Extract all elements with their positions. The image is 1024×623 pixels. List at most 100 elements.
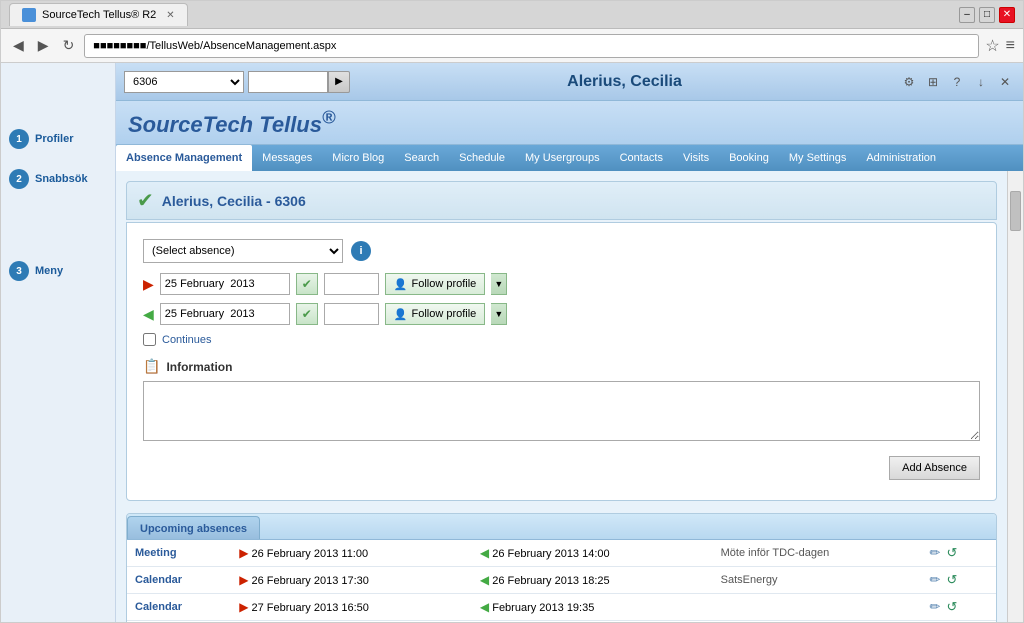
- main-content: 6306 ▶ Alerius, Cecilia ⚙ ⊞ ? ↓ ✕: [116, 63, 1023, 622]
- upcoming-table: Meeting ▶ 26 February 2013 11:00 ◀ 26 Fe…: [127, 540, 996, 622]
- end-follow-profile-dropdown-button[interactable]: ▼: [491, 303, 507, 325]
- header-search-button[interactable]: ▶: [328, 71, 350, 93]
- start-follow-profile-button[interactable]: 👤 Follow profile: [385, 273, 486, 295]
- end-icon: ◀: [480, 600, 489, 614]
- help-icon[interactable]: ?: [947, 72, 967, 92]
- refresh-button[interactable]: ↻: [59, 35, 79, 56]
- nav-item-visits[interactable]: Visits: [673, 145, 719, 171]
- start-icon: ▶: [239, 600, 248, 614]
- browser-tab[interactable]: SourceTech Tellus® R2 ✕: [9, 3, 188, 26]
- scrollbar-thumb[interactable]: [1010, 191, 1021, 231]
- delete-icon[interactable]: ↺: [946, 545, 957, 560]
- nav-item-booking[interactable]: Booking: [719, 145, 779, 171]
- snabbsok-label: Snabbsök: [35, 173, 88, 185]
- upcoming-tab-label: Upcoming absences: [140, 523, 247, 535]
- information-label-text: Information: [166, 360, 232, 374]
- start-follow-label: Follow profile: [411, 278, 476, 290]
- profile-select[interactable]: 6306: [124, 71, 244, 93]
- close-button[interactable]: ✕: [999, 7, 1015, 23]
- nav-item-contacts[interactable]: Contacts: [610, 145, 673, 171]
- end-date-calendar-button[interactable]: ✔: [296, 303, 318, 325]
- upcoming-absences-tab[interactable]: Upcoming absences: [127, 516, 260, 539]
- logo-sup: ®: [322, 107, 336, 128]
- nav-item-administration[interactable]: Administration: [856, 145, 946, 171]
- nav-item-search[interactable]: Search: [394, 145, 449, 171]
- start-datetime: 26 February 2013 11:00: [252, 548, 369, 560]
- edit-icon[interactable]: ✏: [930, 599, 941, 614]
- header-search-input[interactable]: [248, 71, 328, 93]
- information-header: 📋 Information: [143, 358, 980, 375]
- start-follow-profile-dropdown-button[interactable]: ▼: [491, 273, 507, 295]
- end-icon: ◀: [480, 546, 489, 560]
- end-follow-profile-button[interactable]: 👤 Follow profile: [385, 303, 486, 325]
- edit-icon[interactable]: ✏: [930, 545, 941, 560]
- start-date-row: ▶ ✔ 👤 Follow profile ▼: [143, 273, 980, 295]
- calendar-icon: ✔: [302, 277, 312, 291]
- sidebar-item-meny[interactable]: 3 Meny: [1, 255, 115, 287]
- end-time-input[interactable]: [324, 303, 379, 325]
- edit-icon[interactable]: ✏: [930, 572, 941, 587]
- close-header-icon[interactable]: ✕: [995, 72, 1015, 92]
- absence-type-link[interactable]: Meeting: [135, 547, 177, 559]
- end-follow-label: Follow profile: [411, 308, 476, 320]
- tab-close-icon[interactable]: ✕: [166, 10, 174, 21]
- delete-icon[interactable]: ↺: [946, 572, 957, 587]
- profile-dropdown[interactable]: 6306: [124, 71, 244, 93]
- app-header: 6306 ▶ Alerius, Cecilia ⚙ ⊞ ? ↓ ✕: [116, 63, 1023, 101]
- tab-title: SourceTech Tellus® R2: [42, 9, 156, 21]
- left-labels-panel: 1 Profiler 2 Snabbsök 3 Meny: [1, 63, 116, 622]
- nav-item-my-usergroups[interactable]: My Usergroups: [515, 145, 610, 171]
- start-icon: ▶: [239, 573, 248, 587]
- delete-icon[interactable]: ↺: [946, 599, 957, 614]
- start-icon: ▶: [239, 546, 248, 560]
- menu-icon[interactable]: ≡: [1006, 37, 1015, 55]
- profiler-label: Profiler: [35, 133, 74, 145]
- information-icon: 📋: [143, 358, 160, 375]
- calendar-icon-2: ✔: [302, 307, 312, 321]
- absence-form-panel: (Select absence) i ▶ ✔: [126, 222, 997, 501]
- nav-item-messages[interactable]: Messages: [252, 145, 322, 171]
- sidebar-item-profiler[interactable]: 1 Profiler: [1, 123, 115, 155]
- download-icon[interactable]: ↓: [971, 72, 991, 92]
- add-absence-button[interactable]: Add Absence: [889, 456, 980, 480]
- continues-checkbox[interactable]: [143, 333, 156, 346]
- nav-bar: Absence Management Messages Micro Blog S…: [116, 145, 1023, 171]
- follow-profile-icon: 👤: [394, 278, 408, 291]
- end-datetime: February 2013 19:35: [492, 602, 594, 614]
- nav-item-my-settings[interactable]: My Settings: [779, 145, 856, 171]
- end-date-green-arrow-icon: ◀: [143, 306, 154, 323]
- window-controls: – □ ✕: [959, 7, 1015, 23]
- table-row: Calendar ▶ 28 February 2013 18:15 ◀ 28 F…: [127, 621, 996, 622]
- sidebar-item-snabbsok[interactable]: 2 Snabbsök: [1, 163, 115, 195]
- start-date-calendar-button[interactable]: ✔: [296, 273, 318, 295]
- absence-type-link[interactable]: Calendar: [135, 601, 182, 613]
- start-time-input[interactable]: [324, 273, 379, 295]
- absence-type-link[interactable]: Calendar: [135, 574, 182, 586]
- end-date-input[interactable]: [160, 303, 290, 325]
- info-icon[interactable]: i: [351, 241, 371, 261]
- logo-bar: SourceTech Tellus®: [116, 101, 1023, 145]
- address-bar[interactable]: [84, 34, 979, 58]
- start-date-input[interactable]: [160, 273, 290, 295]
- content-area: ✔ Alerius, Cecilia - 6306 (Select absenc…: [116, 171, 1007, 622]
- nav-item-schedule[interactable]: Schedule: [449, 145, 515, 171]
- grid-icon[interactable]: ⊞: [923, 72, 943, 92]
- continues-row: Continues: [143, 333, 980, 346]
- title-check-icon: ✔: [137, 188, 154, 213]
- browser-titlebar: SourceTech Tellus® R2 ✕ – □ ✕: [1, 1, 1023, 29]
- follow-profile-icon-2: 👤: [394, 308, 408, 321]
- scrollbar[interactable]: [1007, 171, 1023, 622]
- settings-icon[interactable]: ⚙: [899, 72, 919, 92]
- bookmark-icon[interactable]: ☆: [985, 36, 999, 56]
- maximize-button[interactable]: □: [979, 7, 995, 23]
- upcoming-absences-panel: Upcoming absences Meeting ▶ 26 Fe: [126, 513, 997, 622]
- minimize-button[interactable]: –: [959, 7, 975, 23]
- absence-select-row: (Select absence) i: [143, 239, 980, 263]
- forward-button[interactable]: ▶: [34, 35, 53, 56]
- absence-type-select[interactable]: (Select absence): [143, 239, 343, 263]
- nav-item-micro-blog[interactable]: Micro Blog: [322, 145, 394, 171]
- back-button[interactable]: ◀: [9, 35, 28, 56]
- end-datetime: 26 February 2013 14:00: [492, 548, 609, 560]
- information-textarea[interactable]: [143, 381, 980, 441]
- nav-item-absence-management[interactable]: Absence Management: [116, 145, 252, 171]
